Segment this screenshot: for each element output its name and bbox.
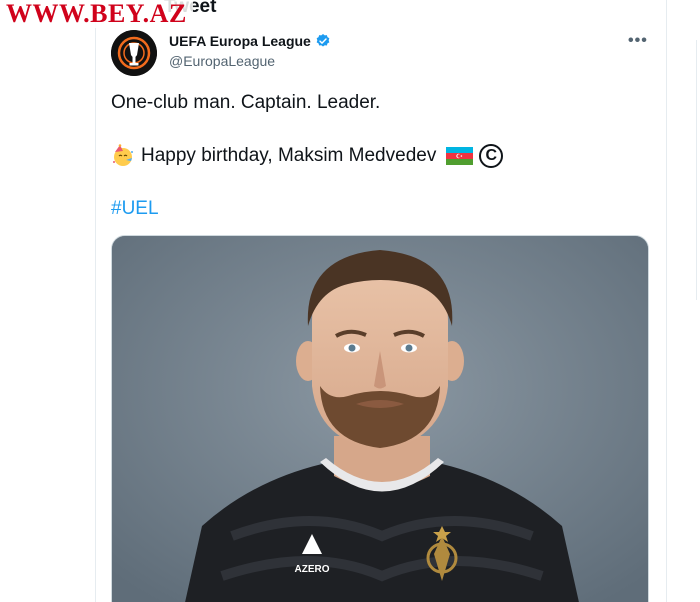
tweet-card: UEFA Europa League @EuropaLeague ••• One… <box>96 22 666 602</box>
author-name-row[interactable]: UEFA Europa League <box>169 33 331 49</box>
player-portrait-image: AZERO <box>112 236 648 602</box>
europa-league-logo-icon <box>111 30 157 76</box>
birthday-text: Happy birthday, Maksim Medvedev <box>141 145 437 166</box>
hashtag-link[interactable]: #UEL <box>111 198 159 220</box>
copyright-icon: C <box>479 144 504 168</box>
verified-badge-icon <box>316 34 330 47</box>
author-handle[interactable]: @EuropaLeague <box>169 53 275 69</box>
author-name[interactable]: UEFA Europa League <box>169 33 311 49</box>
party-face-icon <box>113 144 133 166</box>
tweet-text-line-1: One-club man. Captain. Leader. <box>111 92 381 113</box>
tweet-photo[interactable]: AZERO <box>111 235 649 602</box>
left-sidebar-gutter <box>0 0 96 602</box>
watermark: WWW.BEY.AZ <box>0 0 193 28</box>
jersey-brand-text: AZERO <box>295 564 330 575</box>
right-panel-edge <box>696 40 700 300</box>
more-options-icon[interactable]: ••• <box>628 32 648 50</box>
azerbaijan-flag-icon <box>446 147 474 165</box>
avatar[interactable] <box>111 30 157 76</box>
tweet-text-line-2-row: Happy birthday, Maksim Medvedev C <box>111 144 504 168</box>
right-sidebar-gutter <box>666 0 700 602</box>
